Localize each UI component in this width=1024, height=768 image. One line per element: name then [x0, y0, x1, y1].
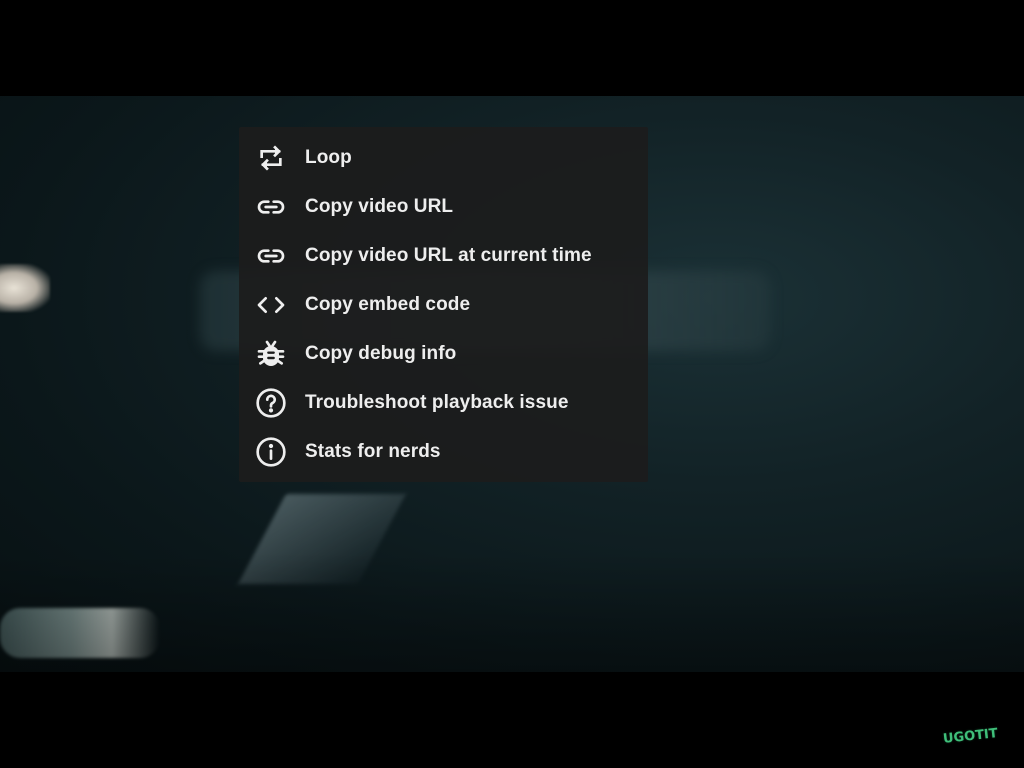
code-icon [255, 289, 287, 321]
player-context-menu: Loop Copy video URL Copy video URL at cu… [239, 127, 648, 482]
video-light-left [0, 264, 50, 312]
video-player[interactable]: Loop Copy video URL Copy video URL at cu… [0, 0, 1024, 768]
menu-item-copy-video-url-current-time[interactable]: Copy video URL at current time [239, 231, 648, 280]
menu-item-label: Copy embed code [305, 293, 471, 315]
menu-item-label: Troubleshoot playback issue [305, 391, 569, 413]
menu-item-label: Copy video URL at current time [305, 244, 592, 266]
menu-item-stats-for-nerds[interactable]: Stats for nerds [239, 427, 648, 476]
video-bottom-shade [0, 552, 1024, 672]
info-circle-icon [255, 436, 287, 468]
channel-watermark: UGOTIT [942, 726, 999, 747]
link-icon [255, 240, 287, 272]
menu-item-label: Stats for nerds [305, 440, 441, 462]
link-icon [255, 191, 287, 223]
menu-item-label: Copy video URL [305, 195, 454, 217]
menu-item-label: Loop [305, 146, 352, 168]
menu-item-copy-embed-code[interactable]: Copy embed code [239, 280, 648, 329]
menu-item-copy-video-url[interactable]: Copy video URL [239, 182, 648, 231]
help-circle-icon [255, 387, 287, 419]
menu-item-label: Copy debug info [305, 342, 457, 364]
menu-item-troubleshoot-playback[interactable]: Troubleshoot playback issue [239, 378, 648, 427]
menu-item-loop[interactable]: Loop [239, 133, 648, 182]
menu-item-copy-debug-info[interactable]: Copy debug info [239, 329, 648, 378]
loop-icon [255, 142, 287, 174]
bug-icon [255, 338, 287, 370]
